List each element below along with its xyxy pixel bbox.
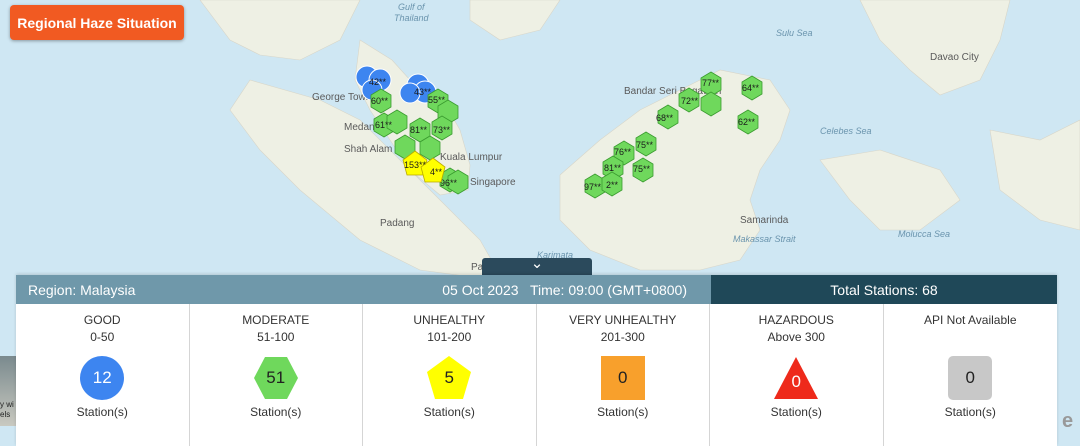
category-count: 12 <box>92 368 112 387</box>
category-moderate[interactable]: MODERATE 51-100 51 Station(s) <box>190 304 363 446</box>
category-name: UNHEALTHY <box>413 313 486 327</box>
marker-label: 4** <box>430 167 443 177</box>
marker-label: 64** <box>742 83 760 93</box>
category-name: GOOD <box>83 313 121 327</box>
category-api-not-available[interactable]: API Not Available 0 Station(s) <box>884 304 1058 446</box>
region-bar: Region: Malaysia 05 Oct 2023 Time: 09:00… <box>16 275 711 304</box>
label-shah-alam: Shah Alam <box>344 144 392 155</box>
marker-label: 2** <box>606 180 619 190</box>
label-medan: Medan <box>344 122 375 133</box>
marker-label: 72** <box>681 96 699 106</box>
category-unit: Station(s) <box>423 405 475 419</box>
label-davao: Davao City <box>930 52 979 63</box>
category-range: 101-200 <box>427 330 472 344</box>
category-unit: Station(s) <box>250 405 302 419</box>
panel-header: Region: Malaysia 05 Oct 2023 Time: 09:00… <box>16 275 1057 304</box>
marker-label: 153** <box>404 160 427 170</box>
hazardous-triangle-icon: 0 <box>773 355 819 401</box>
date-time-label: 05 Oct 2023 Time: 09:00 (GMT+0800) <box>442 281 687 298</box>
very-unhealthy-square-icon: 0 <box>600 355 646 401</box>
marker-label: 75** <box>633 164 651 174</box>
good-circle-icon: 12 <box>79 355 125 401</box>
label-samarinda: Samarinda <box>740 215 789 226</box>
marker-label: 62** <box>738 117 756 127</box>
marker-label: 81** <box>604 163 622 173</box>
category-unhealthy[interactable]: UNHEALTHY 101-200 5 Station(s) <box>363 304 537 446</box>
marker-label: 68** <box>656 113 674 123</box>
category-count: 0 <box>618 368 628 387</box>
marker-label: 60** <box>371 96 389 106</box>
marker-label: 75** <box>636 140 654 150</box>
regional-haze-button[interactable]: Regional Haze Situation <box>10 5 184 40</box>
esri-logo-icon: e <box>1062 410 1074 432</box>
category-count: 0 <box>965 368 975 387</box>
label-kuala-lumpur: Kuala Lumpur <box>440 152 503 163</box>
category-range: 201-300 <box>600 330 645 344</box>
category-range: Above 300 <box>767 330 825 344</box>
na-rounded-square-icon: 0 <box>947 355 993 401</box>
category-unit: Station(s) <box>944 405 996 419</box>
category-row: GOOD 0-50 12 Station(s) MODERATE 51-100 … <box>16 304 1057 446</box>
unhealthy-pentagon-icon: 5 <box>426 355 472 401</box>
category-name: MODERATE <box>242 313 310 327</box>
category-good[interactable]: GOOD 0-50 12 Station(s) <box>16 304 190 446</box>
marker-label: 61** <box>375 120 393 130</box>
category-count: 0 <box>791 372 801 391</box>
label-sulu-sea: Sulu Sea <box>776 28 813 38</box>
category-hazardous[interactable]: HAZARDOUS Above 300 0 Station(s) <box>710 304 884 446</box>
category-unit: Station(s) <box>770 405 822 419</box>
thumbnail-caption: y wi els <box>0 400 14 419</box>
label-molucca: Molucca Sea <box>898 229 950 239</box>
category-count: 51 <box>266 368 286 387</box>
haze-summary-panel: Region: Malaysia 05 Oct 2023 Time: 09:00… <box>16 275 1057 446</box>
category-unit: Station(s) <box>597 405 649 419</box>
marker-label: 81** <box>410 125 428 135</box>
category-name: HAZARDOUS <box>758 313 834 327</box>
category-name: API Not Available <box>923 313 1017 327</box>
marker-label: 42** <box>369 77 387 87</box>
category-name: VERY UNHEALTHY <box>569 313 677 327</box>
label-makassar: Makassar Strait <box>733 234 796 244</box>
marker-label: 97** <box>584 182 602 192</box>
region-label: Region: Malaysia <box>28 281 136 298</box>
marker-label: 77** <box>702 78 720 88</box>
category-count: 5 <box>444 368 454 387</box>
total-stations: Total Stations: 68 <box>711 275 1057 304</box>
label-gulf-thailand-1: Gulf of <box>398 2 426 12</box>
category-very-unhealthy[interactable]: VERY UNHEALTHY 201-300 0 Station(s) <box>537 304 710 446</box>
marker-label: 55** <box>428 95 446 105</box>
label-gulf-thailand-2: Thailand <box>394 13 430 23</box>
collapse-panel-button[interactable]: ⌄ <box>482 254 592 275</box>
marker-label: 96** <box>440 178 458 188</box>
label-padang: Padang <box>380 218 414 229</box>
moderate-hexagon-icon: 51 <box>253 355 299 401</box>
label-singapore: Singapore <box>470 177 516 188</box>
chevron-down-icon: ⌄ <box>530 254 544 272</box>
category-unit: Station(s) <box>76 405 128 419</box>
category-range: 0-50 <box>90 330 115 344</box>
marker-label: 73** <box>433 125 451 135</box>
category-range: 51-100 <box>257 330 295 344</box>
label-celebes-sea: Celebes Sea <box>820 126 872 136</box>
marker-label: 76** <box>614 147 632 157</box>
